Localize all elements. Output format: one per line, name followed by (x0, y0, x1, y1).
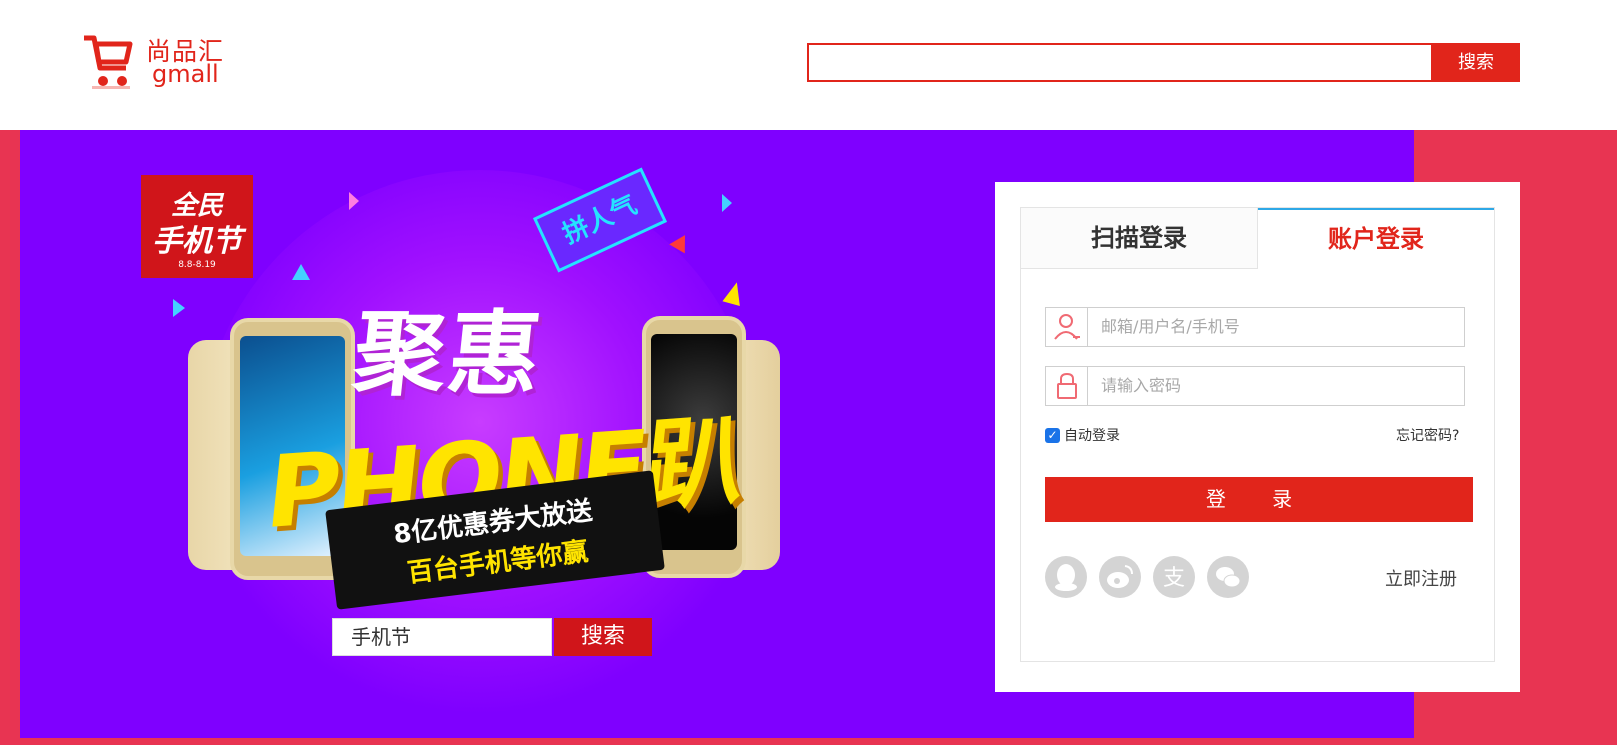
tab-scan-login[interactable]: 扫描登录 (1021, 208, 1258, 269)
lock-icon (1046, 367, 1088, 405)
auto-login-label: 自动登录 (1064, 428, 1120, 444)
confetti-triangle (292, 264, 310, 280)
confetti-triangle (173, 299, 185, 317)
site-logo[interactable]: 尚品汇 gmall (82, 30, 232, 92)
festival-line2: 手机节 (152, 224, 242, 259)
tab-account-login[interactable]: 账户登录 (1258, 208, 1494, 269)
register-link[interactable]: 立即注册 (1385, 565, 1457, 591)
password-placeholder: 请输入密码 (1101, 376, 1182, 395)
login-tabs: 扫描登录 账户登录 (1021, 208, 1494, 269)
logo-text-en: gmall (152, 60, 219, 88)
username-placeholder: 邮箱/用户名/手机号 (1101, 317, 1240, 336)
header-search-button[interactable]: 搜索 (1432, 43, 1520, 82)
promo-title-cn: 聚惠 (348, 301, 548, 408)
festival-dates: 8.8-8.19 (178, 260, 216, 270)
login-form: 扫描登录 账户登录 邮箱/用户名/手机号 请输入密码 ✓ 自动登录 忘记密码? … (1020, 207, 1495, 662)
login-panel: 扫描登录 账户登录 邮箱/用户名/手机号 请输入密码 ✓ 自动登录 忘记密码? … (995, 182, 1520, 692)
qq-icon[interactable] (1045, 556, 1087, 598)
confetti-triangle (722, 194, 732, 212)
confetti-triangle (349, 192, 359, 210)
auto-login-checkbox[interactable]: ✓ (1045, 427, 1060, 443)
user-icon (1046, 308, 1088, 346)
auto-login[interactable]: ✓ 自动登录 (1045, 426, 1120, 446)
password-field[interactable]: 请输入密码 (1045, 366, 1465, 406)
svg-text:支: 支 (1163, 566, 1185, 591)
forgot-password-link[interactable]: 忘记密码? (1396, 426, 1459, 446)
site-header: 尚品汇 gmall 搜索 (0, 0, 1617, 130)
confetti-triangle (722, 280, 746, 306)
cart-logo-icon (84, 35, 133, 89)
header-search-input[interactable] (807, 43, 1433, 82)
weibo-icon[interactable] (1099, 556, 1141, 598)
promo-search-button: 搜索 (554, 618, 652, 656)
wechat-icon[interactable] (1207, 556, 1249, 598)
promo-search-input: 手机节 (332, 618, 552, 656)
login-button[interactable]: 登 录 (1045, 477, 1473, 522)
alipay-icon[interactable]: 支 (1153, 556, 1195, 598)
username-field[interactable]: 邮箱/用户名/手机号 (1045, 307, 1465, 347)
festival-badge: 全民 手机节 8.8-8.19 (141, 175, 253, 278)
banner: 全民 手机节 8.8-8.19 拼人气 聚惠 PHONE趴 8亿优惠券大放送 百… (0, 130, 1617, 745)
